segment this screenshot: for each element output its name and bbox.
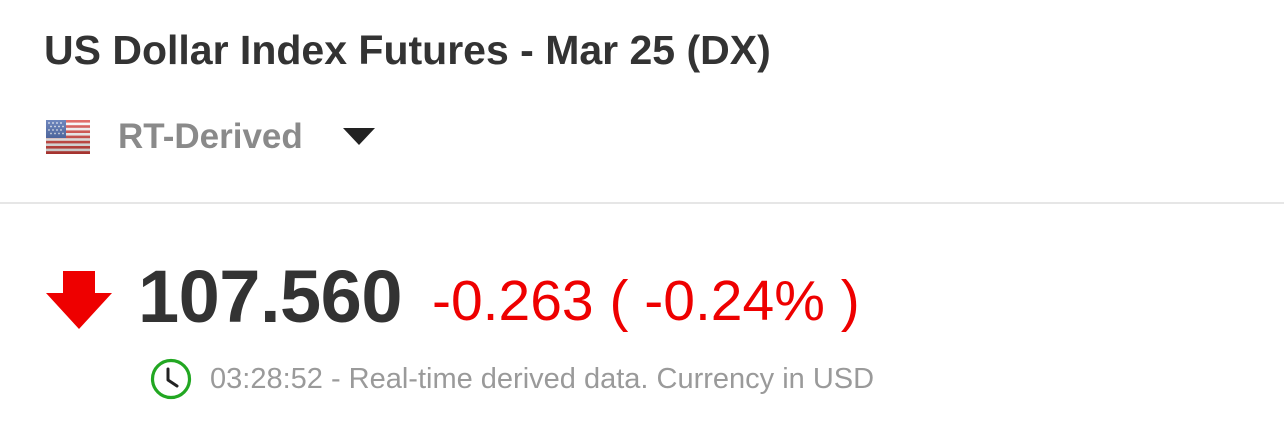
section-divider bbox=[0, 202, 1284, 204]
down-arrow-icon bbox=[46, 271, 112, 329]
data-source-label: RT-Derived bbox=[118, 117, 303, 156]
price-change: -0.263 ( -0.24% ) bbox=[432, 269, 860, 333]
price-quote: 107.560 -0.263 ( -0.24% ) bbox=[46, 254, 860, 338]
timestamp-text: 03:28:52 - Real-time derived data. Curre… bbox=[210, 362, 875, 395]
caret-down-icon[interactable] bbox=[342, 128, 375, 146]
page-title: US Dollar Index Futures - Mar 25 (DX) bbox=[44, 27, 771, 73]
last-price: 107.560 bbox=[138, 254, 403, 338]
data-source-selector[interactable]: RT-Derived bbox=[46, 114, 375, 160]
us-flag-icon bbox=[46, 120, 90, 154]
quote-timestamp: 03:28:52 - Real-time derived data. Curre… bbox=[150, 358, 874, 400]
clock-icon bbox=[150, 358, 192, 400]
